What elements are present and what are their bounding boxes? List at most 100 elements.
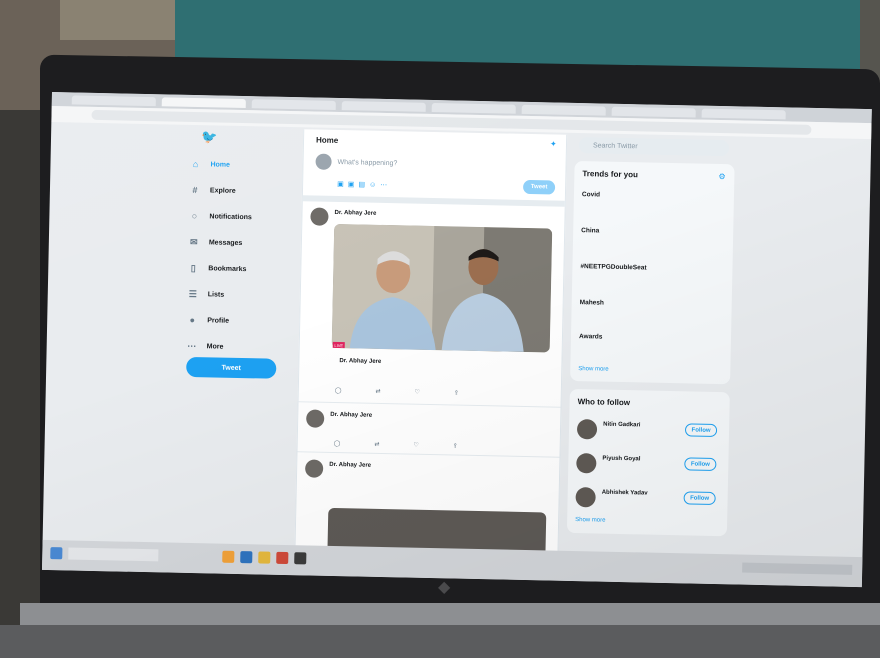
- follow-suggestion[interactable]: Piyush Goyal Follow: [576, 451, 727, 484]
- browser-tab[interactable]: [431, 102, 516, 114]
- follow-button[interactable]: Follow: [683, 491, 716, 505]
- divider: [302, 195, 565, 207]
- bell-icon: ○: [191, 210, 198, 222]
- show-more-link[interactable]: Show more: [578, 366, 608, 373]
- browser-tab[interactable]: [251, 99, 336, 110]
- sidebar-item-label: More: [206, 342, 224, 351]
- trends-title: Trends for you: [582, 169, 639, 180]
- trend-item[interactable]: Awards: [579, 333, 719, 343]
- sidebar-item-lists[interactable]: ☰ Lists: [188, 281, 309, 310]
- tweet-author[interactable]: Dr. Abhay Jere: [330, 412, 372, 419]
- sidebar-item-label: Notifications: [209, 212, 252, 221]
- share-icon[interactable]: ⇪: [453, 442, 458, 449]
- retweet-icon[interactable]: ⇄: [374, 441, 379, 448]
- reply-icon[interactable]: ◯: [334, 440, 341, 447]
- start-icon[interactable]: [50, 547, 63, 560]
- sidebar-item-label: Bookmarks: [208, 264, 247, 273]
- follow-suggestion[interactable]: Nitin Gadkari Follow: [576, 417, 728, 450]
- follow-button[interactable]: Follow: [684, 423, 718, 438]
- more-icon: ⋯: [187, 340, 197, 351]
- tweet-actions: ◯ ⇄ ♡ ⇪: [335, 387, 459, 397]
- compose-toolbar: ▣▣▤☺⋯: [337, 180, 391, 189]
- retweet-icon[interactable]: ⇄: [375, 388, 380, 395]
- share-icon[interactable]: ⇪: [454, 389, 459, 396]
- sidebar-item-label: Home: [210, 160, 231, 169]
- hash-icon: #: [192, 184, 198, 196]
- sidebar-item-profile[interactable]: ● Profile: [187, 307, 308, 336]
- browser-tab[interactable]: [71, 95, 156, 107]
- avatar[interactable]: [315, 153, 332, 170]
- trend-item[interactable]: #NEETPGDoubleSeat: [580, 263, 720, 273]
- sidebar-item-label: Profile: [207, 316, 230, 325]
- live-badge: LIVE: [332, 341, 345, 349]
- twitter-bird-icon[interactable]: 🐦: [201, 129, 217, 145]
- schedule-icon[interactable]: ⋯: [380, 182, 391, 189]
- emoji-icon[interactable]: ☺: [369, 182, 380, 189]
- home-icon: ⌂: [192, 158, 199, 170]
- browser-tab[interactable]: [701, 108, 786, 120]
- avatar[interactable]: [304, 459, 324, 478]
- avatar[interactable]: [575, 487, 596, 508]
- bookmark-icon: ▯: [190, 262, 196, 273]
- follow-name: Piyush Goyal: [602, 455, 641, 463]
- sparkle-icon[interactable]: ✦: [550, 139, 557, 148]
- sidebar-item-explore[interactable]: # Explore: [190, 177, 311, 206]
- gear-icon[interactable]: ⚙: [718, 172, 725, 181]
- who-to-follow-panel: Who to follow Nitin Gadkari Follow Piyus…: [566, 388, 730, 537]
- tweet-author[interactable]: Dr. Abhay Jere: [334, 210, 376, 217]
- sidebar-item-label: Explore: [209, 186, 236, 195]
- sidebar-item-notifications[interactable]: ○ Notifications: [189, 203, 310, 232]
- follow-suggestion[interactable]: Abhishek Yadav Follow: [575, 485, 726, 518]
- avatar[interactable]: [306, 409, 325, 428]
- trends-panel: Trends for you ⚙ Covid China #NEETPGDoub…: [570, 160, 735, 385]
- sidebar-item-home[interactable]: ⌂ Home: [190, 151, 311, 180]
- taskbar-app-icon[interactable]: [222, 550, 235, 563]
- divider: [298, 401, 561, 408]
- who-to-follow-title: Who to follow: [577, 397, 631, 408]
- compose-input[interactable]: What's happening?: [338, 159, 398, 167]
- poll-icon[interactable]: ▤: [358, 181, 369, 188]
- search-input[interactable]: Search Twitter: [578, 137, 730, 157]
- like-icon[interactable]: ♡: [413, 442, 419, 449]
- browser-tab[interactable]: [341, 101, 426, 112]
- laptop-screen: 🐦 ⌂ Home # Explore ○ Notifications ✉ Mes…: [41, 92, 872, 588]
- avatar[interactable]: [576, 419, 598, 440]
- trend-item[interactable]: Mahesh: [580, 299, 720, 309]
- folder-icon[interactable]: [258, 551, 271, 564]
- reply-icon[interactable]: ◯: [335, 387, 342, 394]
- browser-tab[interactable]: [521, 104, 606, 116]
- gif-icon[interactable]: ▣: [348, 181, 359, 188]
- taskbar-app-icon[interactable]: [276, 551, 289, 565]
- sidebar-nav: ⌂ Home # Explore ○ Notifications ✉ Messa…: [186, 151, 310, 361]
- follow-name: Nitin Gadkari: [603, 421, 641, 429]
- tweet-actions: ◯ ⇄ ♡ ⇪: [334, 440, 458, 450]
- follow-button[interactable]: Follow: [684, 457, 717, 471]
- taskbar-app-icon[interactable]: [294, 552, 307, 565]
- avatar[interactable]: [576, 453, 597, 474]
- tweet-photo[interactable]: [331, 223, 553, 353]
- quote-author[interactable]: Dr. Abhay Jere: [339, 358, 381, 365]
- timeline: Home ✦ What's happening? ▣▣▤☺⋯ Tweet Dr.…: [294, 129, 568, 555]
- laptop-base: [0, 625, 880, 658]
- avatar[interactable]: [310, 207, 329, 226]
- tweet-button[interactable]: Tweet: [186, 356, 277, 379]
- trend-item[interactable]: Covid: [582, 191, 722, 201]
- like-icon[interactable]: ♡: [414, 389, 420, 396]
- show-more-follow-link[interactable]: Show more: [575, 517, 605, 524]
- browser-tab-active[interactable]: [161, 97, 246, 109]
- sidebar-item-label: Lists: [207, 290, 225, 299]
- background-shelf: [60, 0, 175, 40]
- compose-tweet-button[interactable]: Tweet: [522, 179, 556, 195]
- sidebar-item-label: Messages: [208, 238, 243, 247]
- tweet-author[interactable]: Dr. Abhay Jere: [329, 462, 371, 469]
- page-title: Home: [315, 135, 339, 146]
- person-icon: ●: [189, 314, 196, 326]
- trend-item[interactable]: China: [581, 227, 721, 237]
- sidebar-item-bookmarks[interactable]: ▯ Bookmarks: [188, 255, 309, 284]
- taskbar-app-icon[interactable]: [240, 551, 253, 564]
- sidebar-item-messages[interactable]: ✉ Messages: [189, 229, 310, 258]
- browser-tab[interactable]: [611, 106, 696, 118]
- image-icon[interactable]: ▣: [337, 181, 348, 188]
- mail-icon: ✉: [190, 236, 198, 247]
- taskbar-search[interactable]: [68, 547, 159, 562]
